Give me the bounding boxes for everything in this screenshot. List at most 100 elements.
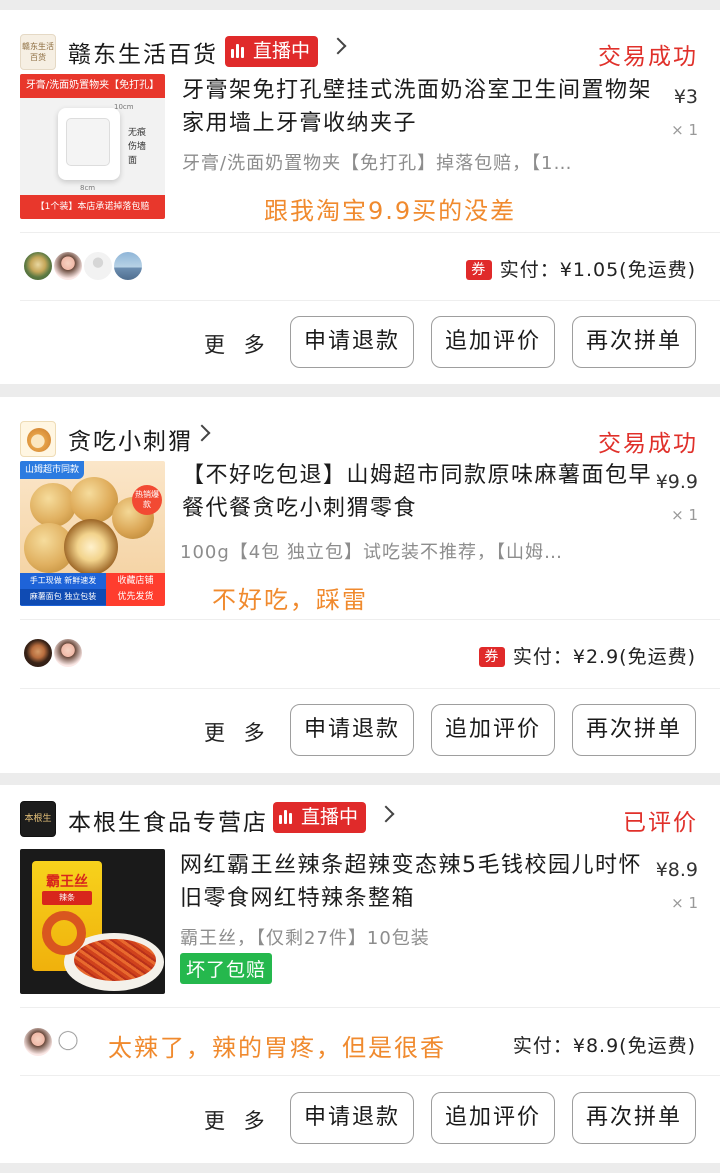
divider bbox=[20, 1007, 720, 1008]
divider bbox=[20, 619, 720, 620]
bottom-left-line2: 麻薯面包 独立包装 bbox=[20, 589, 106, 605]
shop-logo bbox=[20, 421, 56, 457]
group-avatars bbox=[22, 250, 152, 282]
bottom-right-line1: 收藏店铺 bbox=[117, 576, 154, 586]
avatar bbox=[52, 1026, 84, 1058]
order-card: 赣东生活百货 赣东生活百货 直播中 交易成功 牙膏/洗面奶置物夹【免打孔】 10… bbox=[0, 10, 720, 384]
order-status: 交易成功 bbox=[598, 44, 698, 70]
product-image[interactable]: 山姆超市同款 热销爆款 手工现做 新鲜速发 麻薯面包 独立包装 收藏店铺 优先发… bbox=[20, 461, 165, 606]
spicy-strips bbox=[74, 939, 156, 981]
product-qty: × 1 bbox=[671, 121, 698, 139]
coupon-icon: 券 bbox=[465, 260, 492, 280]
bread-ball bbox=[30, 483, 76, 527]
shop-name[interactable]: 贪吃小刺猬 bbox=[68, 422, 193, 456]
order-status: 已评价 bbox=[623, 810, 698, 836]
paid-amount: 券实付：¥1.05(免运费) bbox=[465, 255, 696, 282]
avatar bbox=[52, 250, 84, 282]
image-top-banner: 牙膏/洗面奶置物夹【免打孔】 bbox=[20, 74, 165, 98]
spicy-ring bbox=[42, 911, 86, 955]
product-spec: 牙膏/洗面奶置物夹【免打孔】掉落包赔，【1… bbox=[182, 153, 573, 174]
image-side-text: 无痕伤墙面 bbox=[128, 128, 147, 166]
live-badge[interactable]: 直播中 bbox=[273, 802, 367, 833]
user-comment: 太辣了，辣的胃疼，但是很香 bbox=[108, 1034, 446, 1062]
product-qty: × 1 bbox=[671, 506, 698, 524]
product-price: ¥3 bbox=[673, 86, 698, 108]
more-button[interactable]: 更 多 bbox=[204, 1105, 271, 1135]
more-button[interactable]: 更 多 bbox=[204, 329, 271, 359]
live-bars-icon bbox=[279, 810, 295, 824]
order-card: 本根生 本根生食品专营店 直播中 已评价 霸王丝 辣条 网红霸王丝辣条超辣变态辣… bbox=[0, 785, 720, 1163]
paid-text: 实付：¥1.05(免运费) bbox=[499, 259, 696, 281]
reorder-button[interactable]: 再次拼单 bbox=[572, 704, 696, 756]
divider bbox=[20, 232, 720, 233]
product-qty: × 1 bbox=[671, 894, 698, 912]
product-image[interactable]: 牙膏/洗面奶置物夹【免打孔】 10cm 8cm 无痕伤墙面 【1个装】本店承诺掉… bbox=[20, 74, 165, 219]
image-bottom-left: 手工现做 新鲜速发 麻薯面包 独立包装 bbox=[20, 573, 106, 606]
shop-name[interactable]: 赣东生活百货 bbox=[68, 35, 218, 69]
shop-logo: 赣东生活百货 bbox=[20, 34, 56, 70]
bread-ball bbox=[70, 477, 118, 523]
package-sub: 辣条 bbox=[42, 891, 92, 905]
product-image[interactable]: 霸王丝 辣条 bbox=[20, 849, 165, 994]
product-spec: 霸王丝，【仅剩27件】10包装 bbox=[180, 928, 430, 949]
avatar bbox=[22, 250, 54, 282]
group-avatars bbox=[22, 637, 92, 669]
chevron-right-icon[interactable] bbox=[329, 37, 347, 55]
order-card: 贪吃小刺猬 交易成功 山姆超市同款 热销爆款 手工现做 新鲜速发 麻薯面包 独立… bbox=[0, 397, 720, 773]
product-price: ¥8.9 bbox=[655, 859, 698, 881]
refund-button[interactable]: 申请退款 bbox=[290, 316, 414, 368]
divider bbox=[20, 688, 720, 689]
product-price: ¥9.9 bbox=[655, 471, 698, 493]
reorder-button[interactable]: 再次拼单 bbox=[572, 1092, 696, 1144]
add-review-button[interactable]: 追加评价 bbox=[431, 1092, 555, 1144]
avatar bbox=[22, 637, 54, 669]
live-badge[interactable]: 直播中 bbox=[225, 36, 319, 67]
guarantee-badge: 坏了包赔 bbox=[180, 953, 273, 984]
order-header[interactable]: 本根生 本根生食品专营店 直播中 已评价 bbox=[0, 785, 720, 847]
bottom-right-line2: 优先发货 bbox=[117, 592, 154, 602]
user-comment: 跟我淘宝9.9买的没差 bbox=[264, 197, 517, 225]
product-title[interactable]: 牙膏架免打孔壁挂式洗面奶浴室卫生间置物架家用墙上牙膏收纳夹子 bbox=[182, 74, 652, 140]
refund-button[interactable]: 申请退款 bbox=[290, 1092, 414, 1144]
product-title[interactable]: 【不好吃包退】山姆超市同款原味麻薯面包早餐代餐贪吃小刺猬零食 bbox=[182, 459, 652, 525]
paid-text: 实付：¥8.9(免运费) bbox=[512, 1035, 696, 1057]
order-status: 交易成功 bbox=[598, 431, 698, 457]
image-bottom-banner: 【1个装】本店承诺掉落包赔 bbox=[20, 195, 165, 219]
group-avatars bbox=[22, 1026, 92, 1058]
chevron-right-icon[interactable] bbox=[193, 424, 211, 442]
divider bbox=[20, 300, 720, 301]
image-dim-bottom: 8cm bbox=[80, 184, 96, 192]
paid-amount: 券实付：¥2.9(免运费) bbox=[478, 642, 696, 669]
hot-sale-badge: 热销爆款 bbox=[132, 485, 162, 515]
live-label: 直播中 bbox=[253, 40, 311, 62]
paid-text: 实付：¥2.9(免运费) bbox=[512, 646, 696, 668]
product-spec: 100g【4包 独立包】试吃装不推荐，【山姆… bbox=[180, 542, 563, 563]
live-bars-icon bbox=[231, 44, 247, 58]
avatar bbox=[82, 250, 114, 282]
add-review-button[interactable]: 追加评价 bbox=[431, 704, 555, 756]
live-label: 直播中 bbox=[301, 806, 359, 828]
bread-cut bbox=[64, 519, 118, 575]
more-button[interactable]: 更 多 bbox=[204, 717, 271, 747]
reorder-button[interactable]: 再次拼单 bbox=[572, 316, 696, 368]
image-bottom-right: 收藏店铺 优先发货 bbox=[106, 573, 165, 606]
shop-name[interactable]: 本根生食品专营店 bbox=[68, 803, 268, 837]
order-header[interactable]: 赣东生活百货 赣东生活百货 直播中 交易成功 bbox=[0, 10, 720, 72]
image-top-tag: 山姆超市同款 bbox=[20, 461, 85, 479]
refund-button[interactable]: 申请退款 bbox=[290, 704, 414, 756]
paid-amount: 实付：¥8.9(免运费) bbox=[513, 1031, 696, 1058]
product-title[interactable]: 网红霸王丝辣条超辣变态辣5毛钱校园儿时怀旧零食网红特辣条整箱 bbox=[180, 849, 650, 915]
hedgehog-icon bbox=[27, 428, 51, 452]
coupon-icon: 券 bbox=[478, 647, 505, 667]
shop-logo: 本根生 bbox=[20, 801, 56, 837]
avatar bbox=[52, 637, 84, 669]
user-comment: 不好吃，踩雷 bbox=[212, 586, 368, 614]
avatar bbox=[112, 250, 144, 282]
chevron-right-icon[interactable] bbox=[377, 805, 395, 823]
image-dim-top: 10cm bbox=[114, 103, 134, 111]
order-header[interactable]: 贪吃小刺猬 交易成功 bbox=[0, 397, 720, 459]
avatar bbox=[22, 1026, 54, 1058]
add-review-button[interactable]: 追加评价 bbox=[431, 316, 555, 368]
bottom-left-line1: 手工现做 新鲜速发 bbox=[29, 576, 97, 585]
holder-inner bbox=[66, 118, 110, 166]
